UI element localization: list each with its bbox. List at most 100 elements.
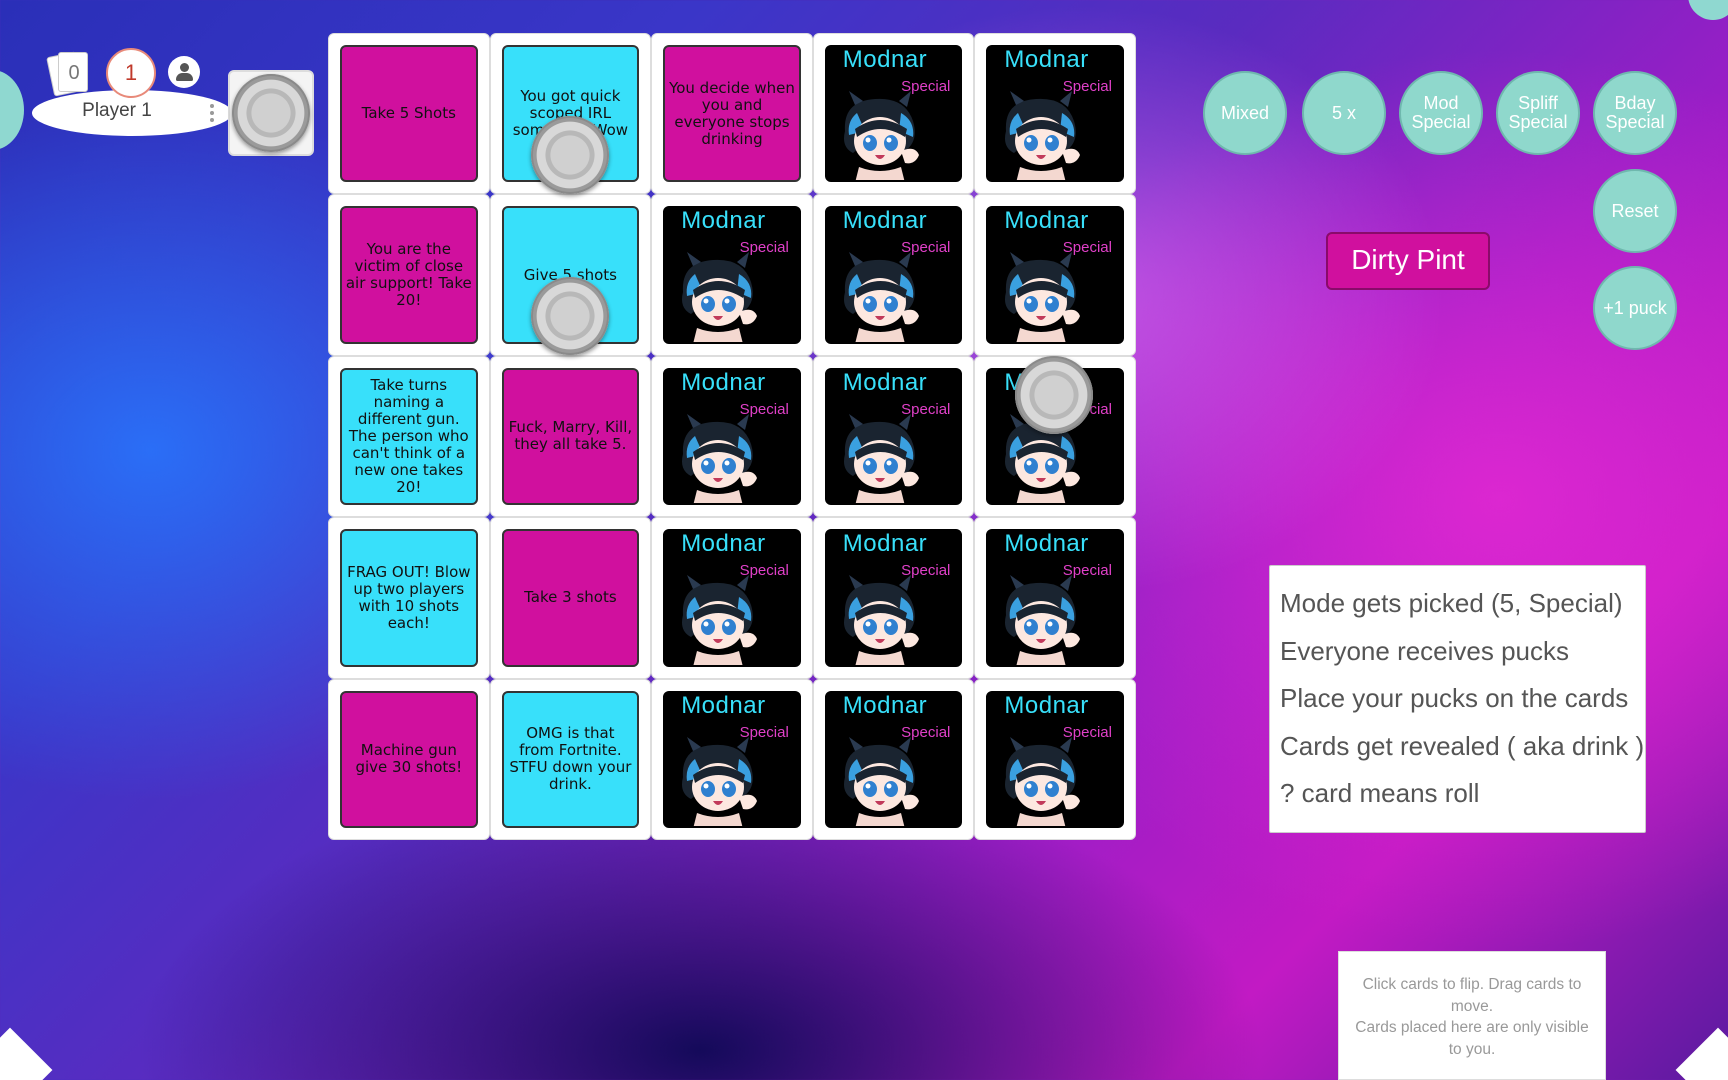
modnar-character-art xyxy=(843,736,919,826)
puck[interactable] xyxy=(531,116,609,194)
mode-spliff-special-button[interactable]: Spliff Special xyxy=(1496,71,1580,155)
card-modnar-special[interactable]: ModnarSpecial xyxy=(986,690,1124,828)
card-modnar-special[interactable]: ModnarSpecial xyxy=(663,206,801,344)
card-slot: ModnarSpecial xyxy=(651,517,813,679)
card-text: FRAG OUT! Blow up two players with 10 sh… xyxy=(347,562,471,632)
card-title: Modnar xyxy=(1004,691,1089,719)
card-magenta[interactable]: Machine gun give 30 shots! xyxy=(340,690,478,828)
card-slot: ModnarSpecial xyxy=(974,517,1136,679)
card-slot: ModnarSpecial xyxy=(651,678,813,840)
card-text: Take turns naming a different gun. The p… xyxy=(348,375,469,496)
mode-mixed-button[interactable]: Mixed xyxy=(1203,71,1287,155)
hint-flip-text: Click cards to flip. Drag cards to move. xyxy=(1362,976,1582,1015)
card-title: Modnar xyxy=(1004,207,1089,235)
mode-bday-special-button[interactable]: Bday Special xyxy=(1593,71,1677,155)
game-title: Dirty Pint xyxy=(1326,232,1490,290)
hand-cards-icon[interactable]: 0 xyxy=(46,51,92,97)
card-slot: Take 5 Shots xyxy=(328,33,490,195)
card-magenta[interactable]: You are the victim of close air support!… xyxy=(340,206,478,344)
puck[interactable] xyxy=(531,277,609,355)
user-icon[interactable] xyxy=(168,56,200,88)
card-modnar-special[interactable]: ModnarSpecial xyxy=(824,367,963,506)
bottom-left-corner xyxy=(0,1027,53,1080)
score-badge[interactable]: 1 xyxy=(106,48,156,98)
card-title: Modnar xyxy=(681,368,766,396)
card-modnar-special[interactable]: ModnarSpecial xyxy=(824,206,963,344)
puck-tray[interactable] xyxy=(228,70,314,156)
modnar-character-art xyxy=(1005,91,1081,181)
card-modnar-special[interactable]: ModnarSpecial xyxy=(824,45,963,183)
card-slot: ModnarSpecial xyxy=(974,33,1136,195)
card-modnar-special[interactable]: ModnarSpecial xyxy=(824,690,963,828)
card-modnar-special[interactable]: ModnarSpecial xyxy=(663,367,801,506)
player-menu-icon[interactable] xyxy=(210,104,216,122)
modnar-character-art xyxy=(682,736,758,826)
card-title: Modnar xyxy=(842,530,928,558)
card-title: Modnar xyxy=(1004,530,1089,558)
mode-mod-special-button[interactable]: Mod Special xyxy=(1399,71,1483,155)
card-board: Take 5 ShotsYou got quick scoped IRL som… xyxy=(328,33,1136,840)
card-text: OMG is that from Fortnite. STFU down you… xyxy=(509,724,632,794)
card-slot: ModnarSpecial xyxy=(812,33,975,195)
rule-line: ? card means roll xyxy=(1280,778,1480,808)
card-slot: Take turns naming a different gun. The p… xyxy=(328,355,490,518)
modnar-character-art xyxy=(682,252,758,342)
card-modnar-special[interactable]: ModnarSpecial xyxy=(986,529,1124,667)
card-modnar-special[interactable]: ModnarSpecial xyxy=(663,529,801,667)
card-magenta[interactable]: Take 3 shots xyxy=(501,529,640,667)
modnar-character-art xyxy=(1005,252,1081,342)
card-text: You decide when you and everyone stops d… xyxy=(669,78,795,148)
left-edge-button[interactable] xyxy=(0,70,24,150)
card-slot: Fuck, Marry, Kill, they all take 5. xyxy=(489,355,652,518)
card-slot: ModnarSpecial xyxy=(812,355,975,518)
modnar-character-art xyxy=(843,91,919,181)
card-slot: ModnarSpecial xyxy=(812,517,975,679)
add-puck-button[interactable]: +1 puck xyxy=(1593,266,1677,350)
card-slot: Take 3 shots xyxy=(489,517,652,679)
card-slot: You decide when you and everyone stops d… xyxy=(651,33,813,195)
modnar-character-art xyxy=(1005,575,1081,665)
top-right-edge-button[interactable] xyxy=(1688,0,1728,20)
card-cyan[interactable]: OMG is that from Fortnite. STFU down you… xyxy=(501,690,640,828)
puck[interactable] xyxy=(1015,356,1093,434)
modnar-character-art xyxy=(1005,736,1081,826)
card-title: Modnar xyxy=(681,530,766,558)
hand-count: 0 xyxy=(68,62,80,84)
modnar-character-art xyxy=(682,413,758,504)
card-slot: ModnarSpecial xyxy=(974,194,1136,356)
private-hand-zone[interactable]: Click cards to flip. Drag cards to move.… xyxy=(1338,951,1606,1080)
card-cyan[interactable]: Take turns naming a different gun. The p… xyxy=(340,367,478,506)
card-slot: ModnarSpecial xyxy=(812,194,975,356)
modnar-character-art xyxy=(682,575,758,665)
card-text: Fuck, Marry, Kill, they all take 5. xyxy=(508,418,633,454)
card-modnar-special[interactable]: ModnarSpecial xyxy=(824,529,963,667)
bottom-right-corner xyxy=(1675,1027,1728,1080)
card-magenta[interactable]: Take 5 Shots xyxy=(340,45,478,183)
card-text: You are the victim of close air support!… xyxy=(345,240,472,310)
modnar-character-art xyxy=(843,413,919,504)
modnar-character-art xyxy=(843,575,919,665)
card-slot: FRAG OUT! Blow up two players with 10 sh… xyxy=(328,517,490,679)
card-magenta[interactable]: Fuck, Marry, Kill, they all take 5. xyxy=(501,367,640,506)
puck[interactable] xyxy=(232,74,310,152)
card-modnar-special[interactable]: ModnarSpecial xyxy=(986,206,1124,344)
rule-line: Place your pucks on the cards xyxy=(1280,683,1629,713)
card-text: Take 3 shots xyxy=(524,588,617,607)
card-text: Machine gun give 30 shots! xyxy=(355,741,463,777)
reset-button[interactable]: Reset xyxy=(1593,169,1677,253)
player-name: Player 1 xyxy=(82,100,152,121)
card-slot: ModnarSpecial xyxy=(651,355,813,518)
mode-5x-button[interactable]: 5 x xyxy=(1302,71,1386,155)
card-magenta[interactable]: You decide when you and everyone stops d… xyxy=(663,45,801,183)
card-cyan[interactable]: FRAG OUT! Blow up two players with 10 sh… xyxy=(340,529,478,667)
rule-line: Everyone receives pucks xyxy=(1280,635,1570,666)
card-slot: OMG is that from Fortnite. STFU down you… xyxy=(489,678,652,840)
card-modnar-special[interactable]: ModnarSpecial xyxy=(986,45,1124,183)
card-modnar-special[interactable]: ModnarSpecial xyxy=(663,690,801,828)
card-slot: Machine gun give 30 shots! xyxy=(328,678,490,840)
card-slot: ModnarSpecial xyxy=(812,678,975,840)
card-slot: You are the victim of close air support!… xyxy=(328,194,490,356)
card-slot: ModnarSpecial xyxy=(651,194,813,356)
card-title: Modnar xyxy=(681,207,766,235)
player-panel: Player 1 0 1 xyxy=(32,48,232,138)
